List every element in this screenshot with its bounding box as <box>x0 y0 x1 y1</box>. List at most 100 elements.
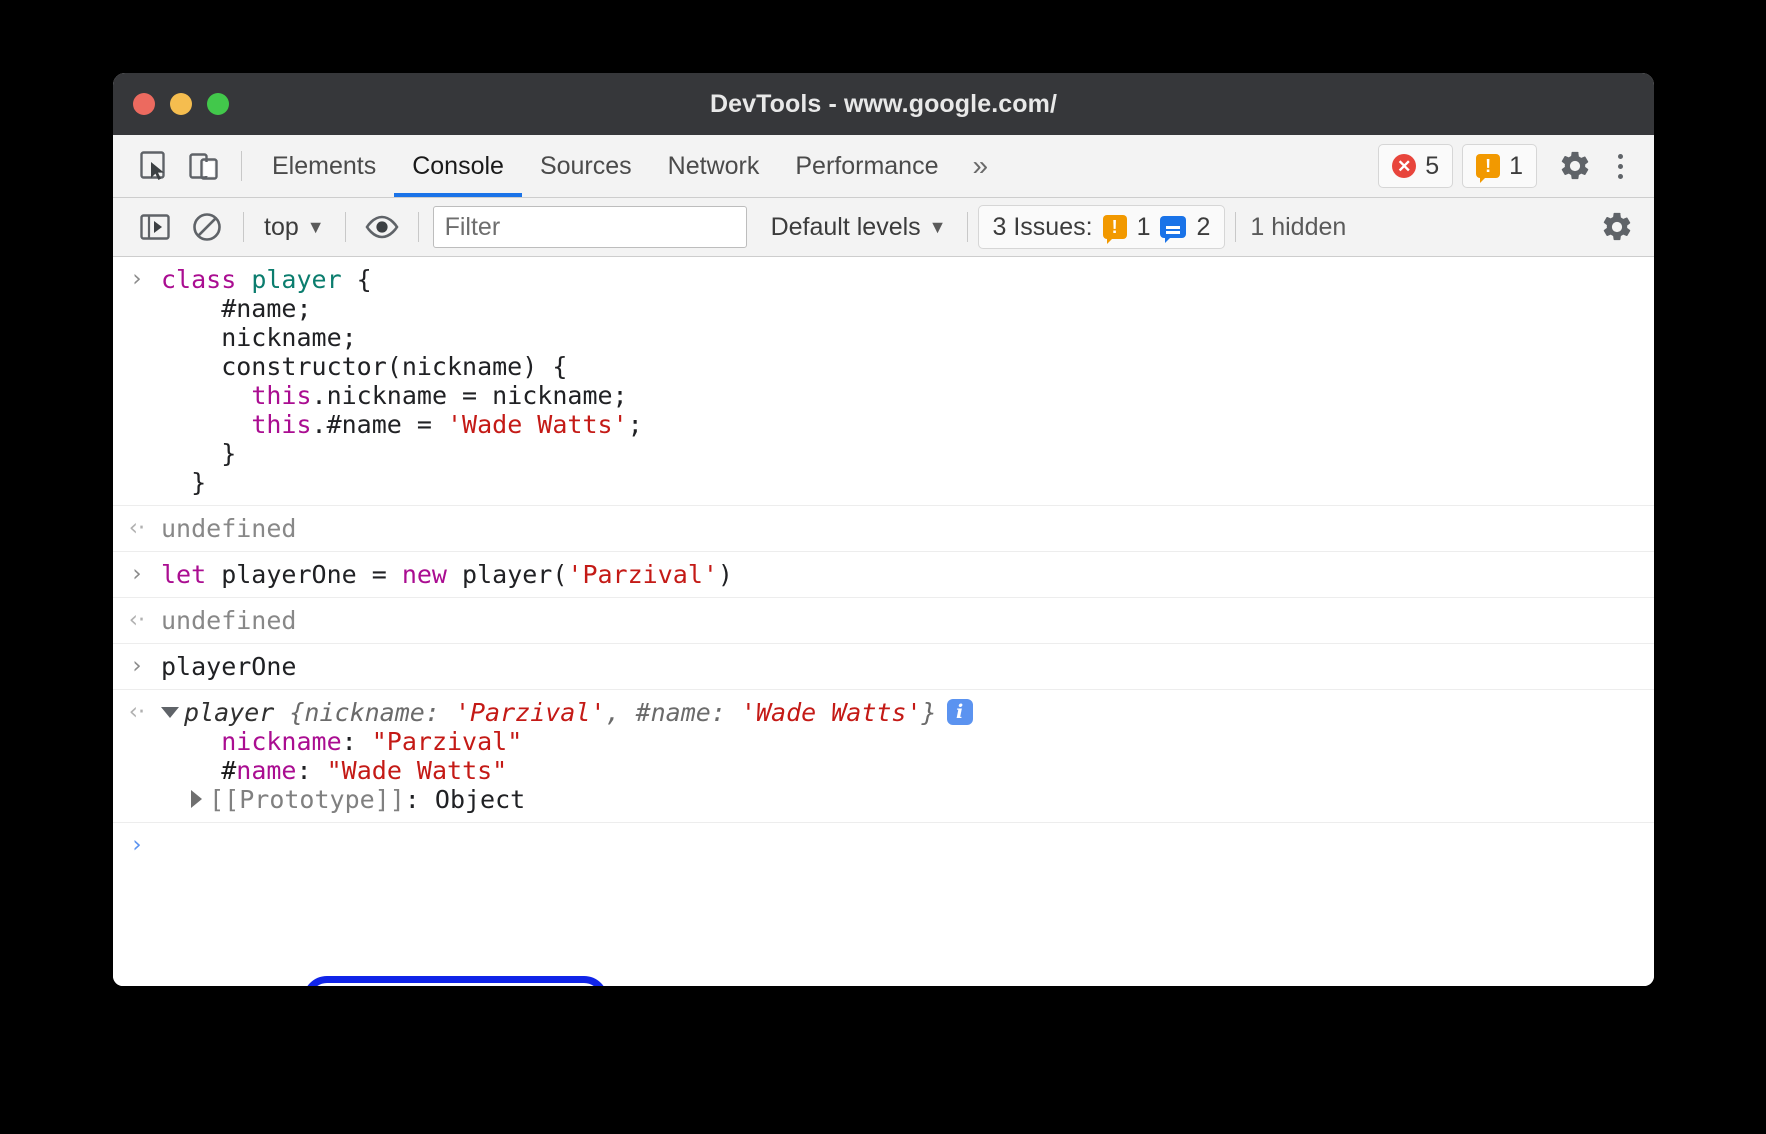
prompt-body: › <box>113 823 1654 868</box>
object-property-value: "Wade Watts" <box>327 756 508 785</box>
gear-icon[interactable] <box>1552 143 1598 189</box>
object-constructor-name: player <box>184 698 274 727</box>
maximize-window-button[interactable] <box>207 93 229 115</box>
error-x-icon: ✕ <box>1392 154 1416 178</box>
log-levels-dropdown[interactable]: Default levels ▼ <box>761 204 957 250</box>
log-levels-label: Default levels <box>771 213 921 242</box>
code-token <box>161 410 251 439</box>
console-output-message[interactable]: ‹·undefined <box>113 598 1654 644</box>
issues-warning-count: 1 <box>1137 213 1151 242</box>
code-line: ›playerOne <box>113 652 1654 681</box>
warning-count-value: 1 <box>1509 152 1523 181</box>
console-toolbar-right-group <box>1588 204 1654 250</box>
preview-prop-key: #name: <box>636 698 741 727</box>
object-prototype-row[interactable]: [[Prototype]]: Object <box>113 785 1654 814</box>
code-text: } <box>161 439 236 468</box>
code-line: #name; <box>113 294 1654 323</box>
code-token: #name; <box>161 294 312 323</box>
hidden-messages-label[interactable]: 1 hidden <box>1246 213 1350 242</box>
device-toolbar-icon[interactable] <box>179 142 229 190</box>
object-open-brace: { <box>274 698 304 727</box>
gear-icon[interactable] <box>1594 204 1640 250</box>
prompt-line[interactable]: › <box>113 831 1654 860</box>
object-property-value: "Parzival" <box>372 727 523 756</box>
console-toolbar: top ▼ Default levels ▼ 3 Issues: ! <box>113 198 1654 257</box>
console-sidebar-icon[interactable] <box>129 204 181 250</box>
code-text: playerOne <box>161 652 296 681</box>
object-preview-text: player {nickname: 'Parzival', #name: 'Wa… <box>161 698 973 727</box>
code-token: .nickname = nickname; <box>312 381 628 410</box>
close-window-button[interactable] <box>133 93 155 115</box>
object-property-row[interactable]: nickname: "Parzival" <box>113 727 1654 756</box>
inspect-cursor-icon[interactable] <box>129 142 179 190</box>
tab-network[interactable]: Network <box>650 136 778 197</box>
kebab-menu-icon[interactable] <box>1600 143 1640 189</box>
toolbar-divider <box>345 212 346 242</box>
code-text: nickname; <box>161 323 357 352</box>
screenshot-root: DevTools - www.google.com/ Elements Cons… <box>0 0 1766 1134</box>
tab-elements[interactable]: Elements <box>254 136 394 197</box>
object-property-key: nickname <box>221 727 341 756</box>
console-input-message[interactable]: ›let playerOne = new player('Parzival') <box>113 552 1654 598</box>
kebab-dot <box>1618 154 1623 159</box>
code-line: this.#name = 'Wade Watts'; <box>113 410 1654 439</box>
object-close-brace: } <box>922 698 937 727</box>
console-input-message[interactable]: ›class player { #name; nickname; constru… <box>113 257 1654 506</box>
live-expression-eye-icon[interactable] <box>356 204 408 250</box>
output-arrow-icon: ‹· <box>113 698 161 727</box>
issues-summary-button[interactable]: 3 Issues: ! 1 2 <box>978 205 1226 249</box>
object-property-row-highlighted[interactable]: #name: "Wade Watts" <box>113 756 1654 785</box>
preview-prop-value: 'Parzival' <box>455 698 606 727</box>
info-icon[interactable]: i <box>947 699 973 725</box>
traffic-light-buttons <box>133 73 229 135</box>
code-token: undefined <box>161 514 296 543</box>
code-text: } <box>161 468 206 497</box>
code-token <box>161 381 251 410</box>
code-token: } <box>161 468 206 497</box>
issues-info-count: 2 <box>1196 213 1210 242</box>
object-property-text: nickname: "Parzival" <box>161 727 522 756</box>
private-field-hash-symbol: # <box>221 756 236 785</box>
prototype-label: [[Prototype]] <box>209 785 405 814</box>
disclosure-triangle-down-icon[interactable] <box>161 707 179 718</box>
message-body: ‹·undefined <box>113 506 1654 551</box>
clear-console-icon[interactable] <box>181 204 233 250</box>
tab-performance[interactable]: Performance <box>777 136 956 197</box>
code-token: new <box>402 560 447 589</box>
code-text: class player { <box>161 265 372 294</box>
filter-input[interactable] <box>433 206 747 248</box>
tabstrip-right-group: ✕ 5 ! 1 <box>1378 143 1654 189</box>
console-input-message[interactable]: ›playerOne <box>113 644 1654 690</box>
warning-exclamation-icon: ! <box>1103 215 1127 239</box>
console-message-list[interactable]: › class player { #name; nickname; constru… <box>113 257 1654 986</box>
warning-count-badge[interactable]: ! 1 <box>1462 144 1537 188</box>
more-tabs-chevron-icon[interactable]: » <box>956 152 1004 180</box>
error-count-badge[interactable]: ✕ 5 <box>1378 144 1453 188</box>
object-preview-line[interactable]: ‹·player {nickname: 'Parzival', #name: '… <box>113 698 1654 727</box>
console-prompt[interactable]: › <box>113 823 1654 868</box>
disclosure-triangle-right-icon[interactable] <box>191 790 202 808</box>
chevron-down-icon: ▼ <box>929 218 947 236</box>
kebab-dot <box>1618 174 1623 179</box>
code-line: constructor(nickname) { <box>113 352 1654 381</box>
input-arrow-icon: › <box>113 652 161 681</box>
output-arrow-icon: ‹· <box>113 606 161 635</box>
chevron-down-icon: ▼ <box>307 218 325 236</box>
warning-exclamation-icon: ! <box>1476 154 1500 178</box>
code-token: class <box>161 265 251 294</box>
prompt-arrow-icon: › <box>113 831 161 860</box>
message-body: ›playerOne <box>113 644 1654 689</box>
code-text: constructor(nickname) { <box>161 352 567 381</box>
code-token: player <box>251 265 341 294</box>
object-property-key: name <box>236 756 296 785</box>
execution-context-dropdown[interactable]: top ▼ <box>254 204 335 250</box>
code-text: undefined <box>161 514 296 543</box>
console-output-message[interactable]: ‹·undefined <box>113 506 1654 552</box>
message-body: ›class player { #name; nickname; constru… <box>113 257 1654 505</box>
code-token: let <box>161 560 206 589</box>
console-object-output[interactable]: ‹·player {nickname: 'Parzival', #name: '… <box>113 690 1654 823</box>
tab-console[interactable]: Console <box>394 136 522 197</box>
output-arrow-icon: ‹· <box>113 514 161 543</box>
tab-sources[interactable]: Sources <box>522 136 650 197</box>
minimize-window-button[interactable] <box>170 93 192 115</box>
